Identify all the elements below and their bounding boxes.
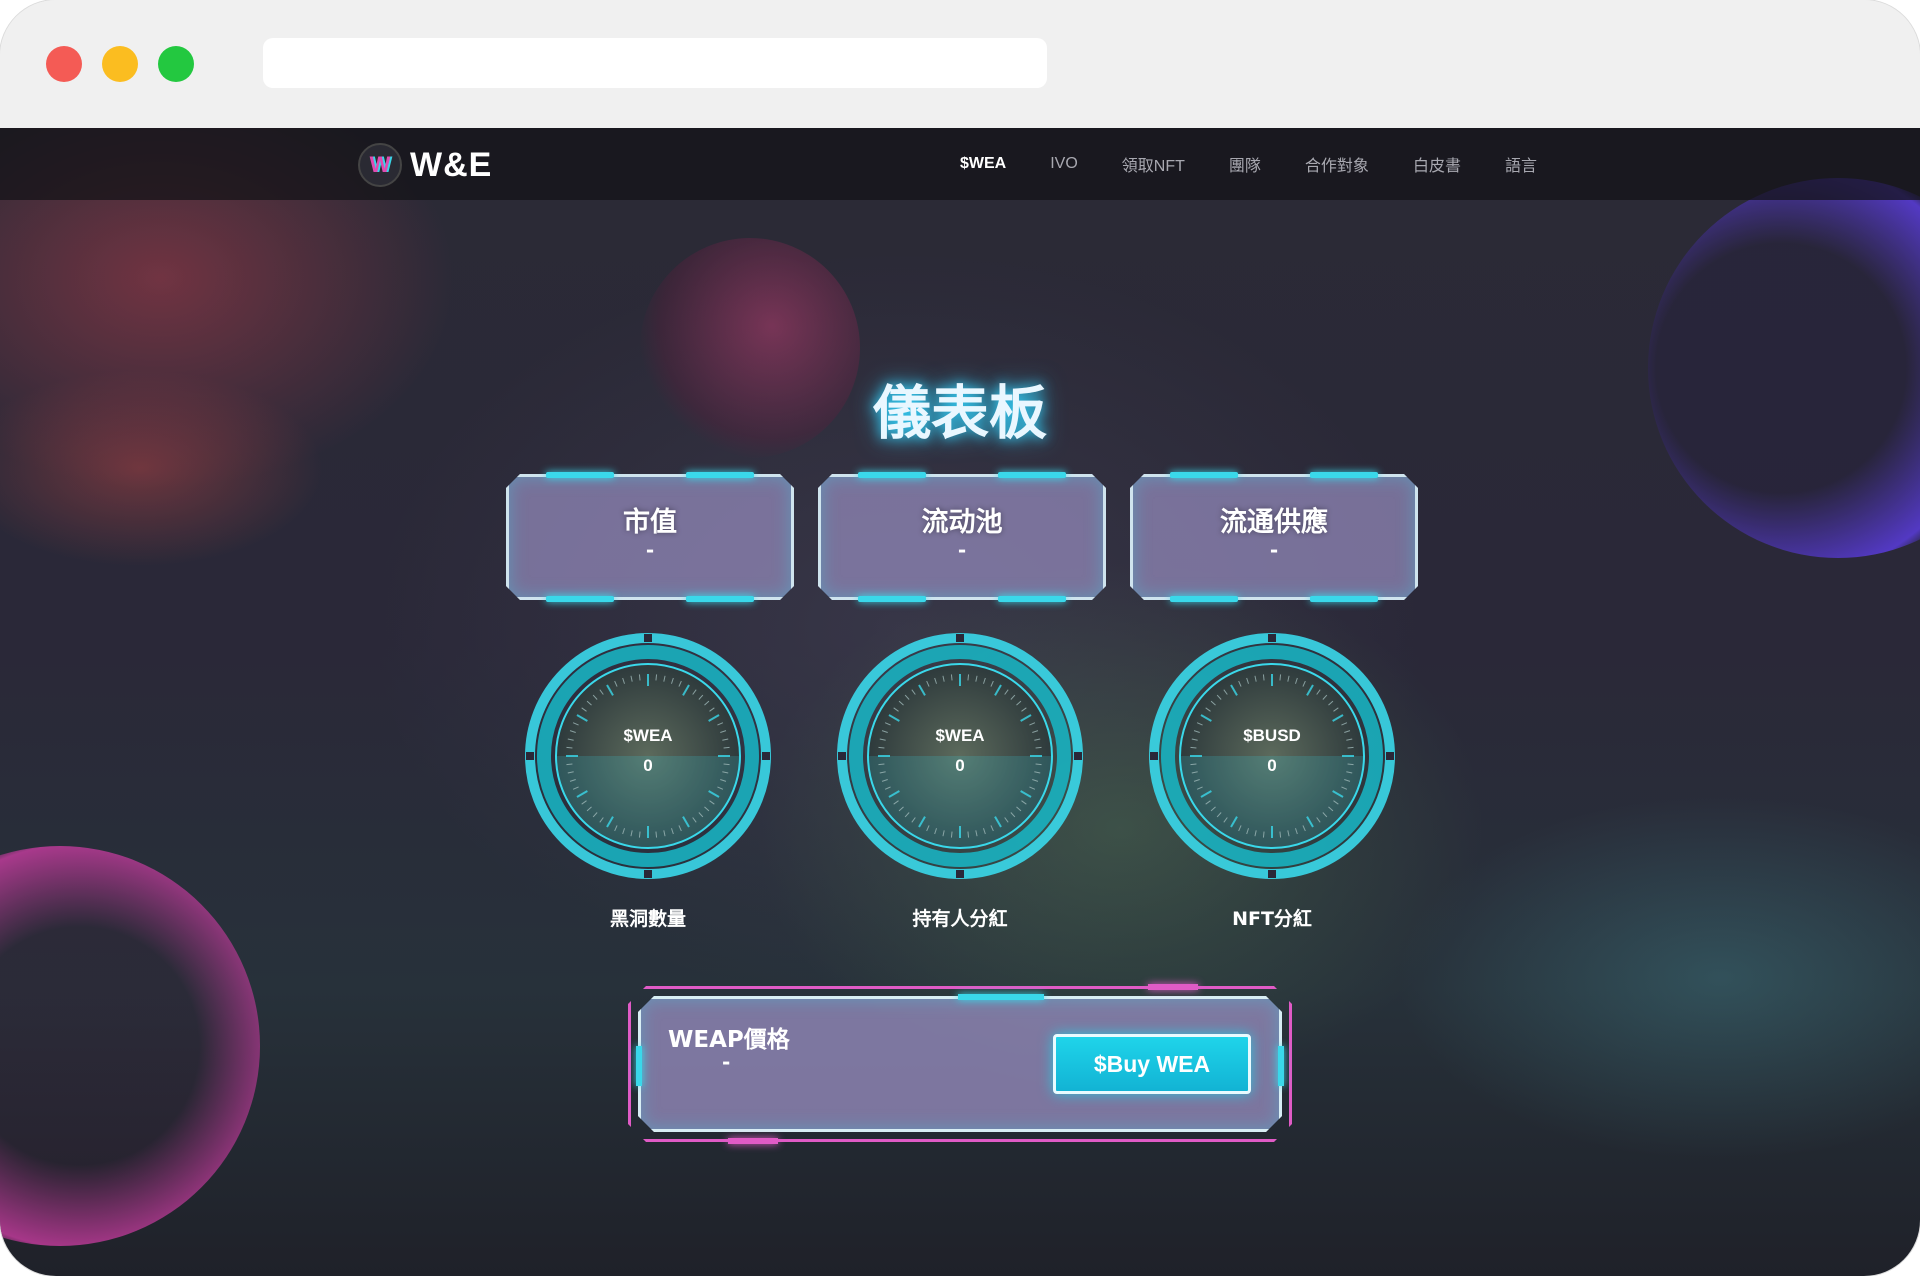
stat-value: - <box>957 538 967 562</box>
nav-link-language[interactable]: 語言 <box>1505 152 1537 176</box>
nav-link-team[interactable]: 團隊 <box>1229 152 1261 176</box>
price-panel: WEAP價格 - $Buy WEA <box>628 984 1292 1144</box>
nav-link-partners[interactable]: 合作對象 <box>1305 152 1369 176</box>
burn-gauge: $WEA 0 <box>520 628 776 884</box>
nft-dividend-gauge: $BUSD 0 <box>1144 628 1400 884</box>
gauge-caption: 黑洞數量 <box>609 908 686 930</box>
logo-icon: W <box>358 143 402 187</box>
nav-link-claim-nft[interactable]: 領取NFT <box>1122 152 1185 176</box>
circulating-supply-card: 流通供應 - <box>1130 472 1418 602</box>
stat-label: 市值 <box>623 507 677 538</box>
price-label: WEAP價格 <box>668 1027 790 1053</box>
address-bar[interactable] <box>263 38 1047 88</box>
logo-text: W&E <box>410 145 493 184</box>
top-nav: W W&E $WEA IVO 領取NFT 團隊 合作對象 白皮書 語言 <box>0 128 1920 200</box>
nav-link-wea[interactable]: $WEA <box>960 155 1006 173</box>
liquidity-pool-card: 流动池 - <box>818 472 1106 602</box>
stat-label: 流动池 <box>921 507 1003 538</box>
nav-link-whitepaper[interactable]: 白皮書 <box>1413 152 1461 176</box>
maximize-window-button[interactable] <box>158 46 194 82</box>
stat-label: 流通供應 <box>1220 507 1328 538</box>
page-title: 儀表板 <box>872 379 1047 447</box>
nav-links: $WEA IVO 領取NFT 團隊 合作對象 白皮書 語言 <box>960 128 1581 200</box>
market-cap-card: 市值 - <box>506 472 794 602</box>
gauge-caption: 持有人分紅 <box>912 908 1008 930</box>
browser-frame: W W&E $WEA IVO 領取NFT 團隊 合作對象 白皮書 語言 儀表板 … <box>0 0 1920 1276</box>
stat-value: - <box>1269 538 1279 562</box>
gauge-value: 0 <box>643 756 653 775</box>
minimize-window-button[interactable] <box>102 46 138 82</box>
price-value: - <box>722 1050 731 1074</box>
close-window-button[interactable] <box>46 46 82 82</box>
logo[interactable]: W W&E <box>358 143 493 187</box>
gauge-token: $WEA <box>935 726 985 745</box>
gauge-token: $WEA <box>623 726 673 745</box>
browser-toolbar <box>0 0 1920 128</box>
gauge-caption: NFT分紅 <box>1232 908 1312 930</box>
gauge-value: 0 <box>955 756 965 775</box>
holder-dividend-gauge: $WEA 0 <box>832 628 1088 884</box>
planet-decoration <box>0 846 260 1246</box>
buy-wea-button[interactable]: $Buy WEA <box>1053 1034 1251 1094</box>
stat-value: - <box>645 538 655 562</box>
nav-link-ivo[interactable]: IVO <box>1050 155 1078 173</box>
gauge-value: 0 <box>1267 756 1277 775</box>
gauge-token: $BUSD <box>1243 726 1301 745</box>
page-viewport: W W&E $WEA IVO 領取NFT 團隊 合作對象 白皮書 語言 儀表板 … <box>0 128 1920 1276</box>
